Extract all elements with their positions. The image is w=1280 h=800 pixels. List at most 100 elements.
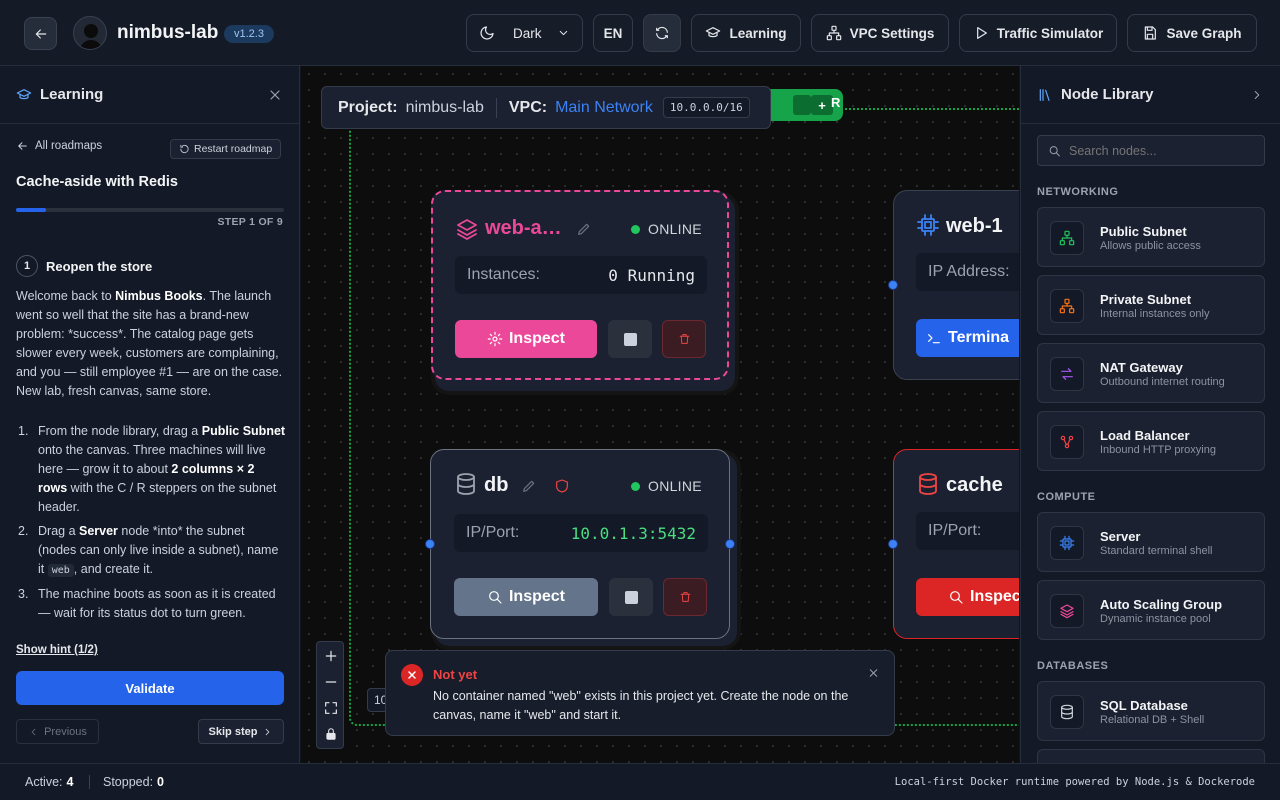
- step-number-badge: 1: [16, 255, 38, 277]
- node-title: db: [484, 474, 509, 496]
- library-item-desc: Outbound internet routing: [1100, 376, 1225, 388]
- graph-canvas[interactable]: + R Project: nimbus-lab VPC: Main Networ…: [301, 66, 1019, 763]
- active-label: Active:: [25, 775, 63, 789]
- library-item-next[interactable]: [1037, 749, 1265, 763]
- project-name: nimbus-lab: [405, 98, 484, 116]
- layers-icon: [457, 219, 477, 240]
- pencil-icon[interactable]: [576, 221, 592, 237]
- connection-port[interactable]: [725, 539, 735, 549]
- node-status: ONLINE: [631, 221, 702, 237]
- pencil-icon[interactable]: [521, 478, 537, 494]
- active-count: Active: 4: [25, 775, 73, 789]
- cache-node[interactable]: cache IP/Port: Inspec: [893, 449, 1019, 639]
- connection-port[interactable]: [888, 280, 898, 290]
- traffic-simulator-button[interactable]: Traffic Simulator: [959, 14, 1117, 52]
- node-title: web-1: [946, 215, 1003, 237]
- chevron-left-icon: [31, 728, 36, 735]
- vpc-settings-label: VPC Settings: [849, 25, 935, 41]
- stop-button[interactable]: [609, 578, 653, 616]
- restart-roadmap-button[interactable]: Restart roadmap: [170, 139, 282, 159]
- library-item-desc: Relational DB + Shell: [1100, 714, 1205, 726]
- toast-title: Not yet: [433, 667, 478, 682]
- zoom-out-icon[interactable]: [323, 674, 339, 690]
- delete-button[interactable]: [662, 320, 706, 358]
- network-icon: [1050, 221, 1084, 255]
- project-bar: Project: nimbus-lab VPC: Main Network 10…: [321, 86, 771, 129]
- restart-roadmap-label: Restart roadmap: [194, 143, 273, 155]
- intro-text-2: . The launch went so well that the site …: [16, 289, 283, 398]
- vpc-name[interactable]: Main Network: [555, 99, 653, 117]
- library-item-desc: Standard terminal shell: [1100, 545, 1213, 557]
- library-item-nat-gateway[interactable]: NAT Gateway Outbound internet routing: [1037, 343, 1265, 403]
- layers-icon: [1050, 594, 1084, 628]
- save-graph-button[interactable]: Save Graph: [1127, 14, 1257, 52]
- web-asg-node[interactable]: web-a… ONLINE Instances: 0 Running Inspe…: [431, 190, 729, 380]
- all-roadmaps-label: All roadmaps: [35, 140, 103, 152]
- vpc-settings-button[interactable]: VPC Settings: [811, 14, 949, 52]
- library-item-private-subnet[interactable]: Private Subnet Internal instances only: [1037, 275, 1265, 335]
- close-icon[interactable]: [267, 87, 283, 103]
- language-button[interactable]: EN: [593, 14, 633, 52]
- delete-button[interactable]: [663, 578, 707, 616]
- zoom-in-icon[interactable]: [323, 648, 339, 664]
- library-item-sql-database[interactable]: SQL Database Relational DB + Shell: [1037, 681, 1265, 741]
- database-icon: [919, 473, 937, 495]
- connection-port[interactable]: [888, 539, 898, 549]
- library-item-auto-scaling-group[interactable]: Auto Scaling Group Dynamic instance pool: [1037, 580, 1265, 640]
- subnet-handle[interactable]: [793, 95, 811, 115]
- version-badge: v1.2.3: [224, 25, 274, 43]
- chevron-right-icon: [266, 728, 270, 735]
- field-label: IP Address:: [928, 263, 1010, 280]
- all-roadmaps-link[interactable]: All roadmaps: [16, 138, 102, 154]
- lock-icon[interactable]: [324, 726, 338, 742]
- library-item-load-balancer[interactable]: Load Balancer Inbound HTTP proxying: [1037, 411, 1265, 471]
- theme-select[interactable]: Dark: [466, 14, 583, 52]
- instruction-number: 1.: [18, 424, 29, 438]
- network-icon: [826, 25, 841, 41]
- roadmap-title: Cache-aside with Redis: [16, 174, 178, 190]
- status-dot: [631, 224, 640, 234]
- skip-step-button[interactable]: Skip step: [198, 719, 284, 744]
- search-icon: [1049, 145, 1060, 156]
- arrow-left-icon: [35, 28, 46, 39]
- node-library-title: Node Library: [1061, 86, 1154, 103]
- fit-view-icon[interactable]: [323, 700, 339, 716]
- instruction-number: 2.: [18, 524, 29, 538]
- footer-text: Local-first Docker runtime powered by No…: [894, 776, 1255, 788]
- inspect-button[interactable]: Inspect: [455, 320, 597, 358]
- instruction-text: Drag a: [38, 524, 79, 538]
- intro-text-1: Welcome back to: [16, 289, 116, 303]
- instruction-bold: Public Subnet: [201, 424, 286, 438]
- connection-port[interactable]: [425, 539, 435, 549]
- close-icon[interactable]: [867, 665, 880, 681]
- instruction-text: From the node library, drag a: [38, 424, 202, 438]
- terminal-button[interactable]: Termina: [916, 319, 1019, 357]
- chevron-down-icon: [559, 30, 568, 36]
- divider: [89, 775, 90, 789]
- db-node[interactable]: db ONLINE IP/Port: 10.0.1.3:5432 Inspect: [430, 449, 730, 639]
- chevron-right-icon[interactable]: [1250, 87, 1264, 103]
- subnet-rows-stepper[interactable]: R: [831, 95, 840, 110]
- library-icon: [1039, 88, 1050, 101]
- back-button[interactable]: [24, 17, 57, 50]
- divider: [495, 97, 497, 118]
- library-item-server[interactable]: Server Standard terminal shell: [1037, 512, 1265, 572]
- show-hint-link[interactable]: Show hint (1/2): [16, 644, 98, 656]
- web-1-node[interactable]: web-1 IP Address: Termina: [893, 190, 1019, 380]
- stop-button[interactable]: [608, 320, 652, 358]
- previous-button[interactable]: Previous: [16, 719, 99, 744]
- inspect-button[interactable]: Inspec: [916, 578, 1019, 616]
- validate-button[interactable]: Validate: [16, 671, 284, 705]
- database-icon: [457, 473, 475, 495]
- refresh-button[interactable]: [643, 14, 681, 52]
- subnet-add-button[interactable]: +: [811, 95, 833, 115]
- stop-icon: [623, 332, 637, 346]
- trash-icon: [680, 592, 690, 602]
- play-icon: [976, 27, 987, 39]
- library-item-public-subnet[interactable]: Public Subnet Allows public access: [1037, 207, 1265, 267]
- status-dot: [631, 481, 640, 491]
- learning-button[interactable]: Learning: [691, 14, 801, 52]
- inspect-button[interactable]: Inspect: [454, 578, 598, 616]
- search-box[interactable]: [1037, 135, 1265, 166]
- search-input[interactable]: [1069, 143, 1249, 158]
